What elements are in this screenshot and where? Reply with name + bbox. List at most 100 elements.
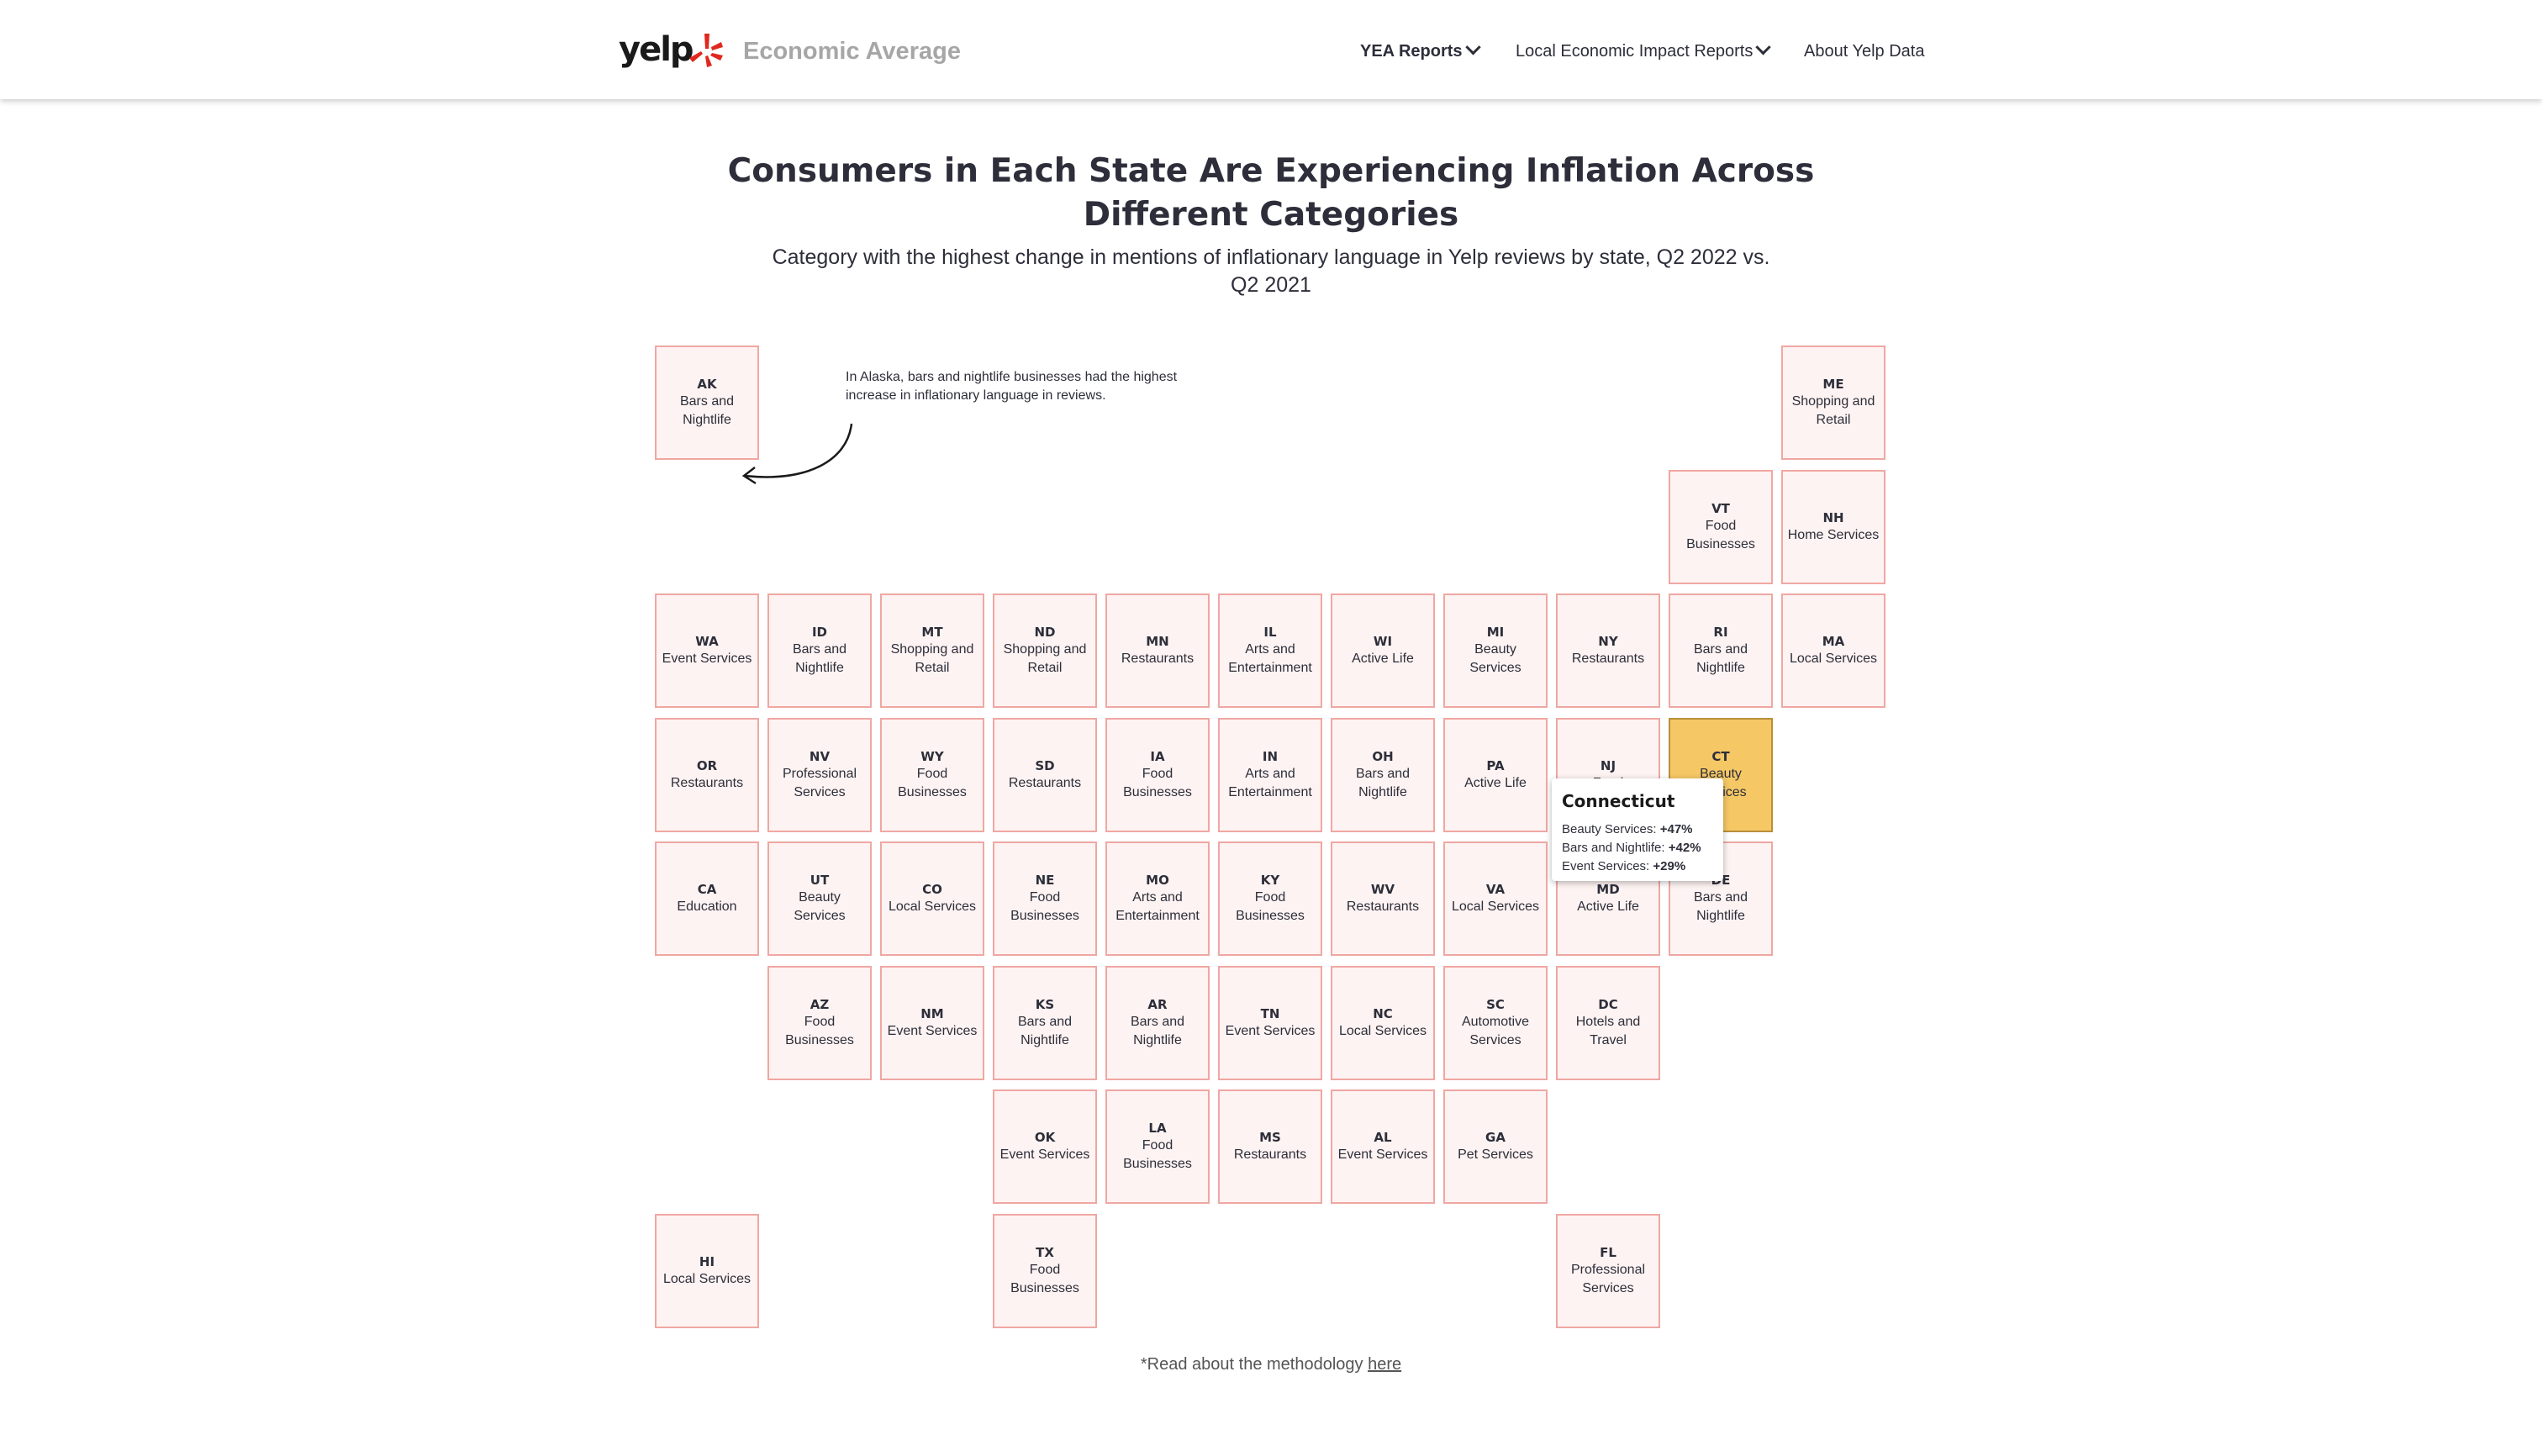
state-category: Local Services [1789, 652, 1878, 666]
state-tile-mt[interactable]: MT Shopping and Retail [880, 593, 984, 708]
state-category: Restaurants [1346, 899, 1420, 914]
state-tile-nh[interactable]: NH Home Services [1781, 470, 1885, 584]
state-tile-in[interactable]: IN Arts and Entertainment [1218, 718, 1322, 832]
state-category: Local Services [888, 899, 977, 914]
state-category: Restaurants [670, 776, 744, 790]
state-tile-ar[interactable]: AR Bars and Nightlife [1105, 966, 1210, 1080]
state-tile-ks[interactable]: KS Bars and Nightlife [993, 966, 1097, 1080]
state-tile-sd[interactable]: SD Restaurants [993, 718, 1097, 832]
state-tile-al[interactable]: AL Event Services [1331, 1089, 1435, 1204]
state-tile-ak[interactable]: AK Bars and Nightlife [655, 346, 759, 460]
state-category: Food Businesses [785, 1015, 854, 1047]
state-abbr: OR [696, 758, 718, 773]
state-tile-ca[interactable]: CA Education [655, 841, 759, 956]
state-abbr: SD [1035, 758, 1055, 773]
state-tile-tx[interactable]: TX Food Businesses [993, 1214, 1097, 1328]
state-abbr: IN [1262, 749, 1279, 764]
state-abbr: MI [1486, 625, 1505, 640]
state-abbr: VT [1711, 501, 1730, 516]
nav-about-yelp-data[interactable]: About Yelp Data [1804, 42, 1924, 61]
state-abbr: LA [1148, 1121, 1167, 1136]
nav-yea-reports[interactable]: YEA Reports [1360, 40, 1481, 61]
state-tile-nd[interactable]: ND Shopping and Retail [993, 593, 1097, 708]
state-abbr: ME [1822, 377, 1844, 392]
page-title: Consumers in Each State Are Experiencing… [727, 152, 1815, 234]
state-category: Arts and Entertainment [1115, 890, 1200, 923]
top-nav-bar: yelp Economic Average YEA Reports Local … [0, 0, 2542, 99]
state-abbr: NH [1822, 510, 1844, 525]
state-tile-wi[interactable]: WI Active Life [1331, 593, 1435, 708]
state-category: Bars and Nightlife [1017, 1015, 1073, 1047]
state-category: Food Businesses [1010, 1263, 1079, 1295]
state-tile-nc[interactable]: NC Local Services [1331, 966, 1435, 1080]
state-tile-ok[interactable]: OK Event Services [993, 1089, 1097, 1204]
state-tile-or[interactable]: OR Restaurants [655, 718, 759, 832]
state-tile-mo[interactable]: MO Arts and Entertainment [1105, 841, 1210, 956]
state-abbr: WA [695, 634, 719, 649]
state-tile-pa[interactable]: PA Active Life [1443, 718, 1548, 832]
state-tile-az[interactable]: AZ Food Businesses [767, 966, 872, 1080]
state-category: Restaurants [1008, 776, 1082, 790]
state-tile-wa[interactable]: WA Event Services [655, 593, 759, 708]
state-abbr: NM [920, 1006, 944, 1021]
state-tile-wy[interactable]: WY Food Businesses [880, 718, 984, 832]
state-abbr: OH [1372, 749, 1394, 764]
state-abbr: NY [1598, 634, 1618, 649]
methodology-link[interactable]: here [1368, 1355, 1401, 1374]
state-tile-co[interactable]: CO Local Services [880, 841, 984, 956]
tooltip-row-value: +42% [1668, 841, 1701, 855]
state-abbr: VA [1485, 882, 1506, 897]
state-category: Event Services [1337, 1147, 1428, 1162]
state-category: Pet Services [1458, 1147, 1533, 1162]
state-category: Shopping and Retail [1791, 394, 1875, 427]
state-abbr: AK [697, 377, 717, 392]
state-tile-ny[interactable]: NY Restaurants [1556, 593, 1660, 708]
state-abbr: NC [1373, 1006, 1393, 1021]
state-category: Professional Services [782, 767, 857, 799]
nav-local-economic-impact-reports[interactable]: Local Economic Impact Reports [1516, 40, 1772, 61]
state-tile-fl[interactable]: FL Professional Services [1556, 1214, 1660, 1328]
state-tile-ne[interactable]: NE Food Businesses [993, 841, 1097, 956]
state-abbr: HI [699, 1254, 715, 1269]
state-category: Food Businesses [1686, 519, 1755, 551]
state-tile-me[interactable]: ME Shopping and Retail [1781, 346, 1885, 460]
state-abbr: UT [810, 873, 830, 888]
state-tile-id[interactable]: ID Bars and Nightlife [767, 593, 872, 708]
state-abbr: KY [1260, 873, 1280, 888]
state-abbr: IL [1263, 625, 1277, 640]
state-tile-va[interactable]: VA Local Services [1443, 841, 1548, 956]
state-tile-oh[interactable]: OH Bars and Nightlife [1331, 718, 1435, 832]
state-abbr: PA [1486, 758, 1505, 773]
state-tile-il[interactable]: IL Arts and Entertainment [1218, 593, 1322, 708]
state-tile-ri[interactable]: RI Bars and Nightlife [1669, 593, 1773, 708]
state-tile-vt[interactable]: VT Food Businesses [1669, 470, 1773, 584]
state-category: Education [677, 899, 737, 914]
state-tile-mn[interactable]: MN Restaurants [1105, 593, 1210, 708]
state-tile-dc[interactable]: DC Hotels and Travel [1556, 966, 1660, 1080]
state-category: Local Services [1338, 1024, 1427, 1038]
state-abbr: CA [697, 882, 717, 897]
state-tile-mi[interactable]: MI Beauty Services [1443, 593, 1548, 708]
state-tile-nm[interactable]: NM Event Services [880, 966, 984, 1080]
site-name[interactable]: Economic Average [743, 38, 961, 66]
state-tile-ut[interactable]: UT Beauty Services [767, 841, 872, 956]
nav-about-label: About Yelp Data [1804, 42, 1925, 61]
state-category: Event Services [999, 1147, 1090, 1162]
state-abbr: MD [1596, 882, 1620, 897]
state-tile-sc[interactable]: SC Automotive Services [1443, 966, 1548, 1080]
state-tile-hi[interactable]: HI Local Services [655, 1214, 759, 1328]
state-abbr: DC [1598, 997, 1618, 1012]
state-tile-tn[interactable]: TN Event Services [1218, 966, 1322, 1080]
state-tile-ia[interactable]: IA Food Businesses [1105, 718, 1210, 832]
state-tile-wv[interactable]: WV Restaurants [1331, 841, 1435, 956]
state-tile-ga[interactable]: GA Pet Services [1443, 1089, 1548, 1204]
state-abbr: CT [1711, 749, 1730, 764]
state-tile-ms[interactable]: MS Restaurants [1218, 1089, 1322, 1204]
state-abbr: AR [1147, 997, 1168, 1012]
state-abbr: NV [809, 749, 831, 764]
state-tile-nv[interactable]: NV Professional Services [767, 718, 872, 832]
state-tile-ma[interactable]: MA Local Services [1781, 593, 1885, 708]
state-category: Automotive Services [1461, 1015, 1530, 1047]
state-tile-la[interactable]: LA Food Businesses [1105, 1089, 1210, 1204]
state-tile-ky[interactable]: KY Food Businesses [1218, 841, 1322, 956]
